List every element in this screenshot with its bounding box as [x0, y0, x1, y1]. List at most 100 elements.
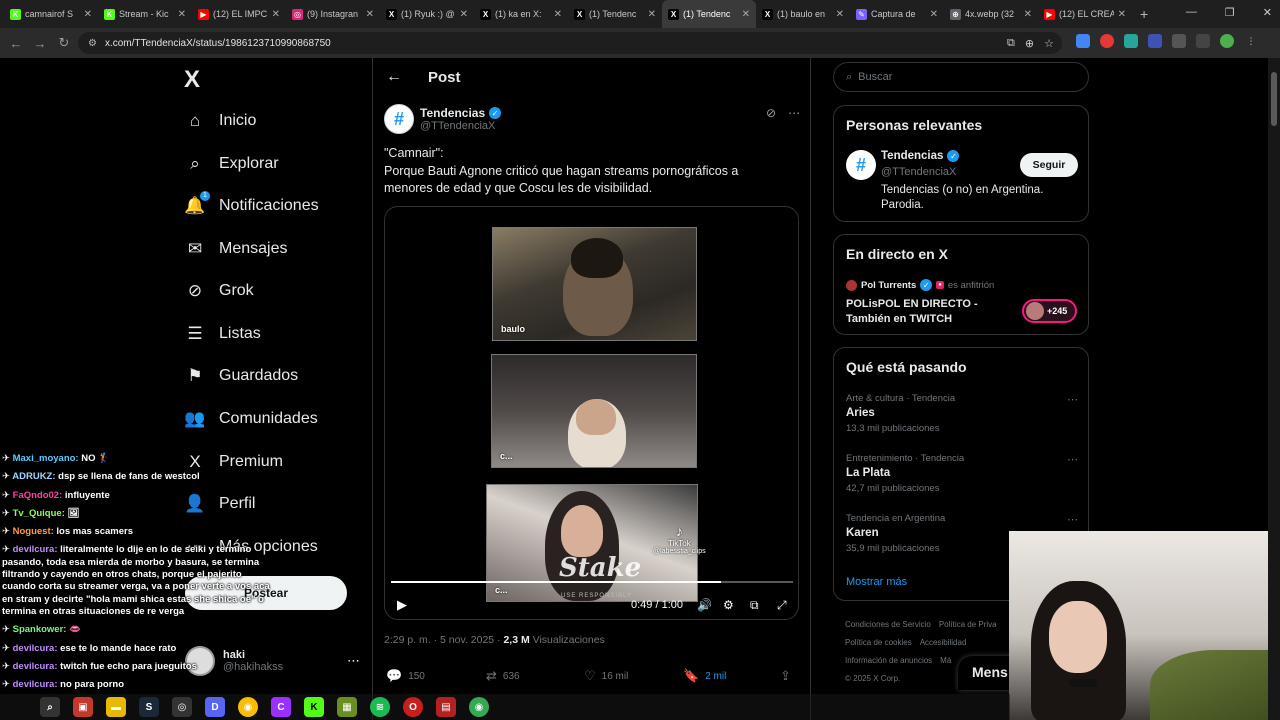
video-player[interactable]: baulo c... c... ♪ TikTok @labesstia_clip… — [384, 206, 799, 620]
close-tab-icon[interactable]: ✕ — [742, 9, 750, 20]
relevant-name[interactable]: Tendencias — [881, 150, 943, 162]
more-icon[interactable]: ⋯ — [1067, 393, 1078, 406]
profile-avatar-icon[interactable] — [1220, 34, 1234, 48]
pip-icon[interactable]: ⧉ — [750, 598, 759, 613]
reading-list-icon[interactable] — [1196, 34, 1210, 48]
nav-item-mensajes[interactable]: ✉ Mensajes — [185, 239, 288, 259]
volume-icon[interactable]: 🔊 — [697, 598, 712, 612]
install-icon[interactable]: ⧉ — [1007, 37, 1015, 50]
more-icon[interactable]: ⋯ — [1067, 453, 1078, 466]
kebab-menu-icon[interactable]: ⋮ — [1244, 34, 1258, 48]
post-author[interactable]: # Tendencias ✓ @TTendenciaX — [384, 104, 502, 134]
nav-item-notificaciones[interactable]: 🔔 1 Notificaciones — [184, 191, 319, 216]
back-arrow-icon[interactable]: ← — [386, 68, 402, 86]
close-tab-icon[interactable]: ✕ — [648, 9, 656, 20]
browser-tab[interactable]: X (1) ka en X: ✕ — [474, 0, 568, 28]
footer-link[interactable]: Política de Priva — [939, 620, 997, 629]
footer-link[interactable]: Condiciones de Servicio — [845, 620, 931, 629]
avatar[interactable]: # — [846, 150, 876, 180]
browser-tab[interactable]: X (1) Tendenc ✕ — [568, 0, 662, 28]
repost-button[interactable]: ⇄ 636 — [486, 668, 520, 684]
play-icon[interactable]: ▶ — [397, 597, 407, 613]
browser-tab[interactable]: X (1) baulo en ✕ — [756, 0, 850, 28]
extension-icon[interactable] — [1148, 34, 1162, 48]
footer-link[interactable]: Política de cookies — [845, 638, 912, 647]
star-icon[interactable]: ☆ — [1044, 37, 1054, 50]
search-input[interactable]: ⌕ Buscar — [833, 62, 1089, 92]
address-bar[interactable]: ⚙ x.com/TTendenciaX/status/1986123710990… — [78, 32, 1062, 54]
show-more-link[interactable]: Mostrar más — [846, 576, 907, 588]
forward-icon[interactable]: → — [28, 36, 52, 51]
browser-tab[interactable]: ◎ (9) Instagran ✕ — [286, 0, 380, 28]
maximize-icon[interactable]: ❐ — [1225, 6, 1235, 19]
listeners-badge[interactable]: +245 — [1022, 299, 1077, 323]
browser-tab[interactable]: X (1) Ryuk :) @ ✕ — [380, 0, 474, 28]
scrollbar[interactable] — [1268, 58, 1280, 720]
puzzle-icon[interactable] — [1172, 34, 1186, 48]
close-tab-icon[interactable]: ✕ — [178, 9, 186, 20]
relevant-handle[interactable]: @TTendenciaX — [881, 166, 956, 178]
settings-icon[interactable]: ⚙ — [723, 598, 734, 612]
author-name[interactable]: Tendencias — [420, 106, 485, 120]
more-icon[interactable]: ⋯ — [1067, 513, 1078, 526]
reload-icon[interactable]: ↻ — [52, 35, 76, 51]
reply-button[interactable]: 💬 150 — [386, 668, 425, 684]
browser-tab[interactable]: K Stream - Kic ✕ — [98, 0, 192, 28]
steam-icon[interactable]: S — [139, 697, 159, 717]
author-handle[interactable]: @TTendenciaX — [420, 120, 501, 132]
spotify-icon[interactable]: ≋ — [370, 697, 390, 717]
close-tab-icon[interactable]: ✕ — [460, 9, 468, 20]
app-icon[interactable]: ▣ — [73, 697, 93, 717]
search-icon[interactable]: ⌕ — [40, 697, 60, 717]
extension-icon[interactable] — [1076, 34, 1090, 48]
nav-item-inicio[interactable]: ⌂ Inicio — [185, 111, 257, 131]
footer-link[interactable]: Accesibilidad — [920, 638, 967, 647]
folder-icon[interactable]: ▬ — [106, 697, 126, 717]
nav-item-grok[interactable]: ⊘ Grok — [185, 281, 254, 301]
app-icon[interactable]: ▤ — [436, 697, 456, 717]
fullscreen-icon[interactable]: ⤢ — [777, 598, 787, 613]
close-tab-icon[interactable]: ✕ — [1024, 9, 1032, 20]
footer-link[interactable]: Información de anuncios — [845, 656, 932, 665]
extension-icon[interactable] — [1124, 34, 1138, 48]
footer-link[interactable]: Má — [940, 656, 951, 665]
share-button[interactable]: ⇪ — [780, 668, 791, 684]
close-tab-icon[interactable]: ✕ — [836, 9, 844, 20]
opera-icon[interactable]: O — [403, 697, 423, 717]
record-extension-icon[interactable] — [1100, 34, 1114, 48]
close-tab-icon[interactable]: ✕ — [1118, 9, 1126, 20]
back-icon[interactable]: ← — [4, 36, 28, 51]
browser-tab[interactable]: ✎ Captura de ✕ — [850, 0, 944, 28]
grok-icon[interactable]: ⊘ — [766, 106, 776, 120]
discord-icon[interactable]: D — [205, 697, 225, 717]
app-icon[interactable]: ◎ — [172, 697, 192, 717]
new-tab-button[interactable]: + — [1140, 6, 1148, 22]
kick-icon[interactable]: K — [304, 697, 324, 717]
close-tab-icon[interactable]: ✕ — [554, 9, 562, 20]
close-tab-icon[interactable]: ✕ — [930, 9, 938, 20]
close-tab-icon[interactable]: ✕ — [366, 9, 374, 20]
author-avatar[interactable]: # — [384, 104, 414, 134]
close-tab-icon[interactable]: ✕ — [84, 9, 92, 20]
browser-tab[interactable]: ⊕ 4x.webp (32 ✕ — [944, 0, 1038, 28]
close-tab-icon[interactable]: ✕ — [272, 9, 280, 20]
nav-item-comunidades[interactable]: 👥 Comunidades — [184, 409, 317, 429]
browser-tab[interactable]: ▶ (12) EL IMPC ✕ — [192, 0, 286, 28]
chrome-icon[interactable]: ◉ — [238, 697, 258, 717]
like-button[interactable]: ♡ 16 mil — [584, 668, 628, 684]
app-icon[interactable]: C — [271, 697, 291, 717]
post-timestamp[interactable]: 2:29 p. m. · 5 nov. 2025 · — [384, 634, 503, 646]
live-title[interactable]: POLisPOL EN DIRECTO - También en TWITCH — [846, 297, 1016, 326]
browser-tab[interactable]: X (1) Tendenc ✕ — [662, 0, 756, 28]
live-card[interactable]: En directo en X Pol Turrents ✓ ● es anfi… — [833, 234, 1089, 335]
x-logo[interactable]: X — [184, 66, 200, 94]
close-icon[interactable]: ✕ — [1263, 6, 1272, 19]
bookmark-button[interactable]: 🔖 2 mil — [683, 668, 726, 684]
site-info-icon[interactable]: ⚙ — [88, 38, 97, 49]
trend-item[interactable]: Arte & cultura · Tendencia Aries 13,3 mil … — [846, 393, 1078, 434]
minimize-icon[interactable]: — — [1186, 6, 1197, 19]
minecraft-icon[interactable]: ▦ — [337, 697, 357, 717]
trend-item[interactable]: Entretenimiento · Tendencia La Plata 42,7 … — [846, 453, 1078, 494]
chrome-icon[interactable]: ◉ — [469, 697, 489, 717]
nav-item-guardados[interactable]: ⚑ Guardados — [185, 366, 298, 386]
